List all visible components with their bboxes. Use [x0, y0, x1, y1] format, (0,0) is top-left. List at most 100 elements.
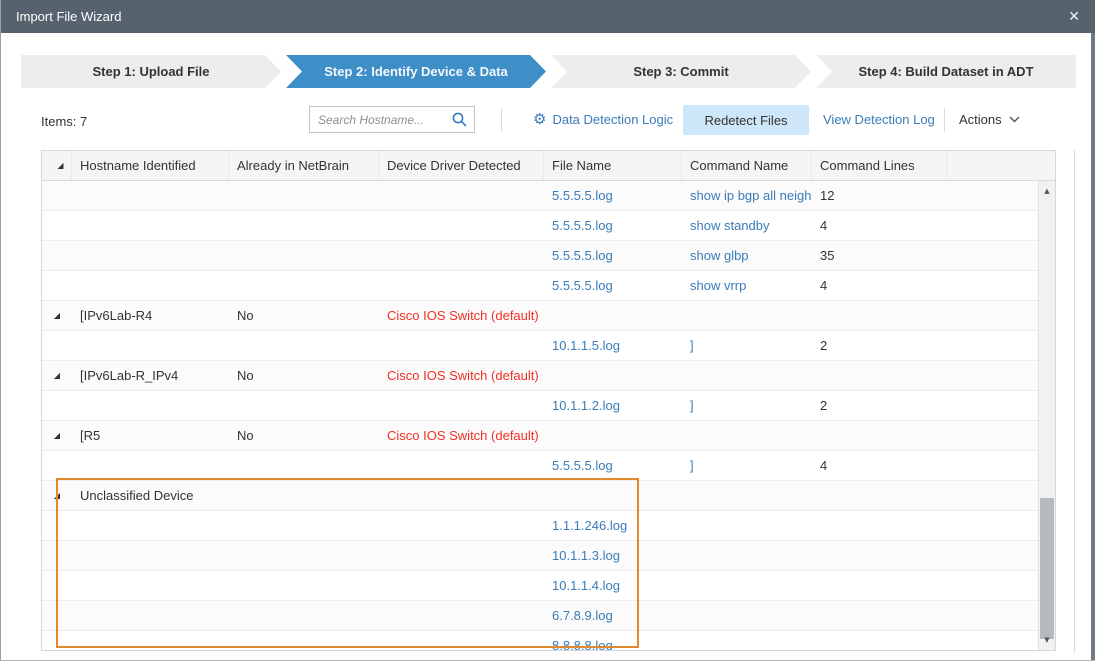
scroll-up-icon[interactable]: ▲ [1039, 183, 1055, 199]
redetect-files-button[interactable]: Redetect Files [683, 105, 809, 135]
file-name-link[interactable]: 10.1.1.5.log [544, 338, 682, 353]
table-row[interactable]: 10.1.1.2.log ] 2 [42, 391, 1055, 421]
command-lines-cell: 4 [812, 218, 947, 233]
data-detection-logic-link[interactable]: ⚙ Data Detection Logic [533, 112, 673, 127]
file-name-link[interactable]: 5.5.5.5.log [544, 248, 682, 263]
already-in-netbrain-cell: No [229, 428, 379, 443]
dialog-scroll-gutter [1074, 150, 1075, 653]
wizard-step-3[interactable]: Step 3: Commit [551, 55, 811, 88]
expand-icon[interactable]: ◢ [54, 432, 60, 440]
file-name-link[interactable]: 5.5.5.5.log [544, 218, 682, 233]
command-lines-cell: 35 [812, 248, 947, 263]
command-name-link[interactable]: ] [682, 398, 812, 413]
table-row[interactable]: 10.1.1.4.log [42, 571, 1055, 601]
table-row[interactable]: 1.1.1.246.log [42, 511, 1055, 541]
scroll-down-icon[interactable]: ▼ [1039, 632, 1055, 648]
table-scrollbar[interactable]: ▲ ▼ [1038, 181, 1055, 650]
chevron-down-icon [1009, 116, 1020, 123]
data-detection-logic-label: Data Detection Logic [552, 112, 673, 127]
wizard-step-2[interactable]: Step 2: Identify Device & Data [286, 55, 546, 88]
already-in-netbrain-cell: No [229, 368, 379, 383]
device-driver-cell: Cisco IOS Switch (default) [379, 308, 544, 323]
table-row[interactable]: ◢ Unclassified Device [42, 481, 1055, 511]
collapse-all-cell[interactable]: ◢ [42, 151, 72, 180]
file-name-link[interactable]: 1.1.1.246.log [544, 518, 682, 533]
command-lines-cell: 2 [812, 338, 947, 353]
search-box[interactable] [309, 106, 475, 133]
toolbar-divider [501, 108, 502, 132]
table-header: ◢ Hostname Identified Already in NetBrai… [42, 151, 1055, 181]
col-command-lines[interactable]: Command Lines [812, 151, 947, 180]
import-file-wizard-dialog: Import File Wizard ✕ Step 1: Upload File… [0, 0, 1095, 661]
wizard-step-4[interactable]: Step 4: Build Dataset in ADT [816, 55, 1076, 88]
command-lines-cell: 4 [812, 278, 947, 293]
hostname-cell: [R5 [72, 428, 229, 443]
col-hostname-identified[interactable]: Hostname Identified [72, 151, 229, 180]
expand-icon[interactable]: ◢ [54, 372, 60, 380]
search-icon[interactable] [451, 111, 468, 128]
file-name-link[interactable]: 10.1.1.4.log [544, 578, 682, 593]
dialog-right-edge [1091, 0, 1095, 660]
table-row[interactable]: 5.5.5.5.log show standby 4 [42, 211, 1055, 241]
wizard-step-label: Step 4: Build Dataset in ADT [858, 64, 1033, 79]
dialog-titlebar: Import File Wizard ✕ [1, 0, 1095, 33]
command-name-link[interactable]: ] [682, 458, 812, 473]
actions-dropdown[interactable]: Actions [959, 112, 1020, 127]
command-name-link[interactable]: show glbp [682, 248, 812, 263]
already-in-netbrain-cell: No [229, 308, 379, 323]
actions-label: Actions [959, 112, 1002, 127]
expand-icon[interactable]: ◢ [54, 492, 60, 500]
file-name-link[interactable]: 10.1.1.2.log [544, 398, 682, 413]
hostname-cell: [IPv6Lab-R4 [72, 308, 229, 323]
command-lines-cell: 12 [812, 188, 947, 203]
search-input[interactable] [318, 113, 451, 127]
step-bar: Step 1: Upload File Step 2: Identify Dev… [21, 55, 1076, 88]
table-row[interactable]: ◢ [IPv6Lab-R4 No Cisco IOS Switch (defau… [42, 301, 1055, 331]
expand-icon[interactable]: ◢ [54, 312, 60, 320]
wizard-step-label: Step 1: Upload File [92, 64, 209, 79]
file-name-link[interactable]: 10.1.1.3.log [544, 548, 682, 563]
toolbar-divider [944, 108, 945, 132]
file-name-link[interactable]: 5.5.5.5.log [544, 188, 682, 203]
table-row[interactable]: 5.5.5.5.log show vrrp 4 [42, 271, 1055, 301]
table-row[interactable]: 5.5.5.5.log show ip bgp all neigh... 12 [42, 181, 1055, 211]
command-lines-cell: 4 [812, 458, 947, 473]
dialog-title: Import File Wizard [16, 9, 121, 24]
command-name-link[interactable]: show vrrp [682, 278, 812, 293]
close-icon[interactable]: ✕ [1068, 8, 1080, 25]
table-row[interactable]: 5.5.5.5.log show glbp 35 [42, 241, 1055, 271]
col-empty [947, 151, 1055, 180]
table-row[interactable]: 8.8.8.8.log [42, 631, 1055, 651]
table-row[interactable]: 10.1.1.3.log [42, 541, 1055, 571]
table-row[interactable]: 5.5.5.5.log ] 4 [42, 451, 1055, 481]
scrollbar-thumb[interactable] [1040, 498, 1054, 639]
device-driver-cell: Cisco IOS Switch (default) [379, 368, 544, 383]
hostname-cell: [IPv6Lab-R_IPv4 [72, 368, 229, 383]
table-row[interactable]: ◢ [IPv6Lab-R_IPv4 No Cisco IOS Switch (d… [42, 361, 1055, 391]
col-device-driver-detected[interactable]: Device Driver Detected [379, 151, 544, 180]
command-name-link[interactable]: show ip bgp all neigh... [682, 188, 812, 203]
col-already-in-netbrain[interactable]: Already in NetBrain [229, 151, 379, 180]
device-driver-cell: Cisco IOS Switch (default) [379, 428, 544, 443]
file-name-link[interactable]: 6.7.8.9.log [544, 608, 682, 623]
file-name-link[interactable]: 5.5.5.5.log [544, 278, 682, 293]
collapse-all-icon[interactable]: ◢ [57, 162, 63, 170]
wizard-step-label: Step 3: Commit [633, 64, 728, 79]
table-row[interactable]: 10.1.1.5.log ] 2 [42, 331, 1055, 361]
command-name-link[interactable]: show standby [682, 218, 812, 233]
command-lines-cell: 2 [812, 398, 947, 413]
table-row[interactable]: 6.7.8.9.log [42, 601, 1055, 631]
col-command-name[interactable]: Command Name [682, 151, 812, 180]
gear-icon: ⚙ [533, 112, 546, 127]
col-file-name[interactable]: File Name [544, 151, 682, 180]
table-row[interactable]: ◢ [R5 No Cisco IOS Switch (default) [42, 421, 1055, 451]
wizard-step-label: Step 2: Identify Device & Data [324, 64, 508, 79]
view-detection-log-link[interactable]: View Detection Log [823, 112, 935, 127]
detection-table: ◢ Hostname Identified Already in NetBrai… [41, 150, 1056, 651]
file-name-link[interactable]: 8.8.8.8.log [544, 638, 682, 651]
items-count: Items: 7 [41, 114, 87, 129]
command-name-link[interactable]: ] [682, 338, 812, 353]
wizard-step-1[interactable]: Step 1: Upload File [21, 55, 281, 88]
table-body: 5.5.5.5.log show ip bgp all neigh... 12 … [42, 181, 1055, 651]
file-name-link[interactable]: 5.5.5.5.log [544, 458, 682, 473]
